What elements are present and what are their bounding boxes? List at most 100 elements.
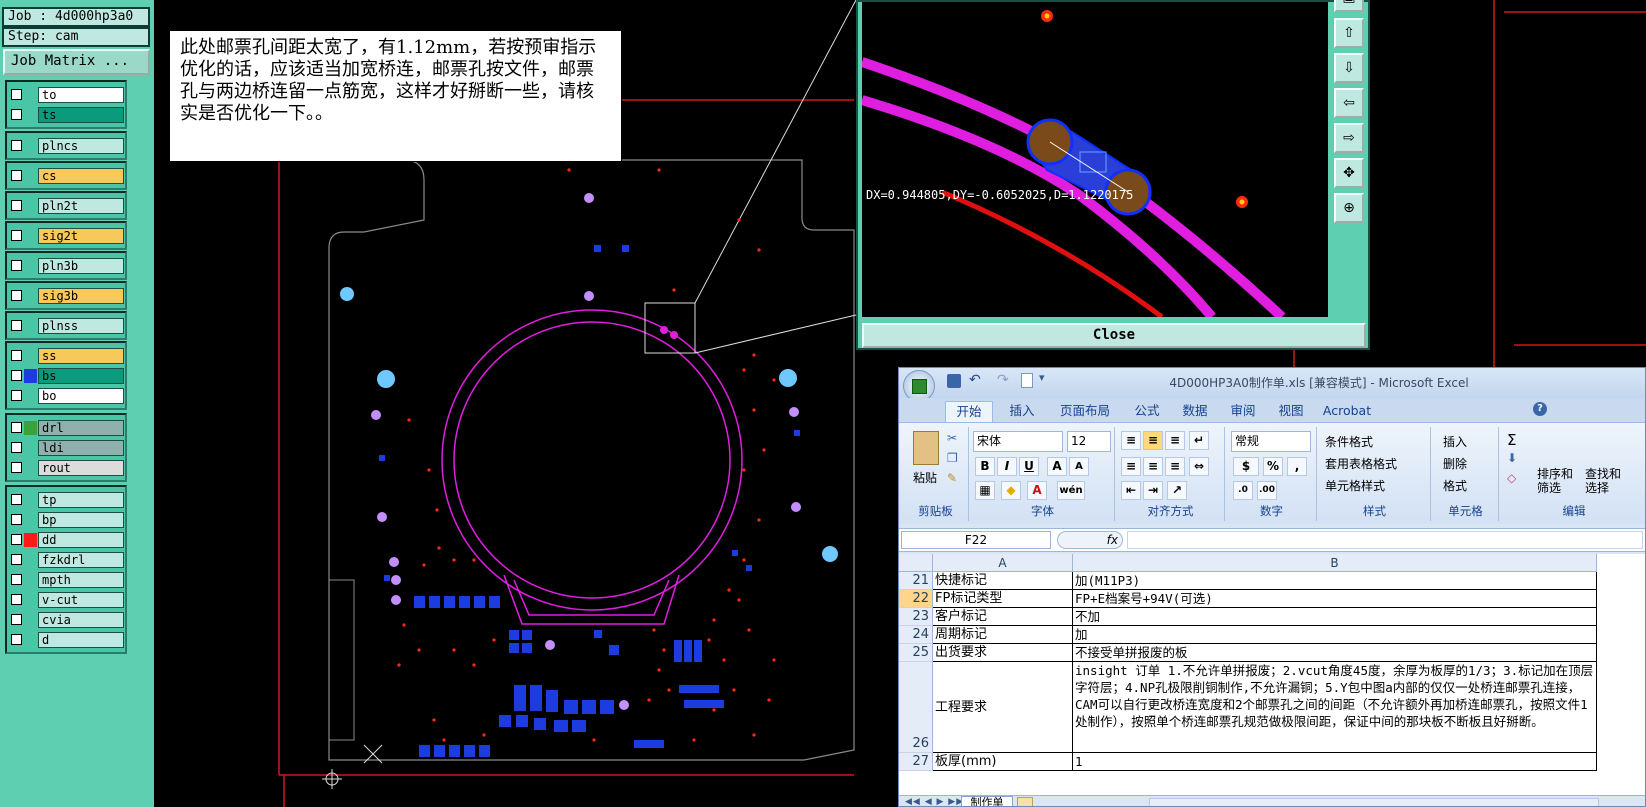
sheet-tab-main[interactable]: 制作单 [961,796,1013,806]
layer-name[interactable]: plncs [38,137,124,154]
pan-up-button[interactable]: ⇧ [1334,18,1364,48]
layer-name[interactable]: fzkdrl [38,551,124,568]
layer-name[interactable]: ss [38,347,124,364]
paste-icon[interactable] [913,431,939,465]
comma-button[interactable]: , [1287,457,1307,476]
table-format-button[interactable]: 套用表格格式 [1325,455,1397,472]
layer-name[interactable]: plnss [38,317,124,334]
layer-row-cs[interactable]: cs [8,166,124,185]
cell-b[interactable]: 1 [1073,753,1597,771]
job-matrix-button[interactable]: Job Matrix ... [3,49,150,75]
font-size-select[interactable]: 12 [1067,431,1111,452]
layer-checkbox[interactable] [11,89,22,100]
layer-checkbox[interactable] [11,230,22,241]
layer-name[interactable]: cs [38,167,124,184]
layer-checkbox[interactable] [11,462,22,473]
formula-input[interactable] [1127,531,1643,549]
row-header[interactable]: 24 [899,626,933,644]
wrap-text-button[interactable]: ↵ [1189,431,1209,450]
layer-checkbox[interactable] [11,594,22,605]
save-icon[interactable] [947,374,961,388]
layer-row-plnss[interactable]: plnss [8,316,124,335]
tab-insert[interactable]: 插入 [999,401,1045,422]
cell-b[interactable]: 不加 [1073,608,1597,626]
format-painter-icon[interactable]: ✎ [947,471,957,485]
select-all-corner[interactable] [899,554,933,572]
layer-row-v-cut[interactable]: v-cut [8,590,124,609]
close-button[interactable]: Close [862,323,1366,348]
layer-checkbox[interactable] [11,370,22,381]
cell-a[interactable]: 客户标记 [933,608,1073,626]
zoom-tool-button-0[interactable]: ▣ [1334,0,1364,12]
cut-icon[interactable]: ✂ [947,431,957,445]
tab-review[interactable]: 审阅 [1221,401,1265,422]
autosum-icon[interactable]: Σ [1507,431,1516,449]
layer-checkbox[interactable] [11,290,22,301]
new-file-icon[interactable] [1021,373,1033,388]
layer-row-pln2t[interactable]: pln2t [8,196,124,215]
pan-down-button[interactable]: ⇩ [1334,53,1364,83]
tab-view[interactable]: 视图 [1269,401,1313,422]
font-color-button[interactable]: A [1027,481,1047,500]
shrink-font-button[interactable]: A [1069,457,1089,476]
align-center-button[interactable]: ≡ [1143,457,1163,476]
layer-checkbox[interactable] [11,442,22,453]
increase-decimal-button[interactable]: .0 [1233,481,1253,500]
layer-row-cvia[interactable]: cvia [8,610,124,629]
underline-button[interactable]: U [1019,457,1039,476]
name-box[interactable]: F22 [901,531,1051,549]
layer-row-rout[interactable]: rout [8,458,124,477]
row-header[interactable]: 22 [899,590,933,608]
layer-name[interactable]: sig3b [38,287,124,304]
column-header-a[interactable]: A [933,554,1073,572]
zoom-in-button[interactable]: ✥ [1334,158,1364,188]
cell-b[interactable]: 不接受单拼报废的板 [1073,644,1597,662]
delete-cells-button[interactable]: 删除 [1443,455,1467,472]
italic-button[interactable]: I [997,457,1017,476]
layer-checkbox[interactable] [11,534,22,545]
sort-filter-button[interactable]: 排序和 筛选 [1537,467,1573,495]
decrease-indent-button[interactable]: ⇤ [1121,481,1141,500]
decrease-decimal-button[interactable]: .00 [1257,481,1277,500]
zoom-view[interactable] [862,2,1328,317]
qat-dropdown-icon[interactable]: ▾ [1039,371,1045,384]
layer-checkbox[interactable] [11,422,22,433]
fit-view-button[interactable]: ⊕ [1334,193,1364,223]
bold-button[interactable]: B [975,457,995,476]
borders-button[interactable]: ▦ [975,481,995,500]
cell-b[interactable]: 加 [1073,626,1597,644]
align-bottom-button[interactable]: ≡ [1165,431,1185,450]
layer-checkbox[interactable] [11,260,22,271]
pan-right-button[interactable]: ⇨ [1334,123,1364,153]
grow-font-button[interactable]: A [1047,457,1067,476]
layer-name[interactable]: drl [38,419,124,436]
clear-icon[interactable]: ◇ [1507,471,1516,485]
find-select-button[interactable]: 查找和 选择 [1585,467,1621,495]
layer-checkbox[interactable] [11,390,22,401]
layer-checkbox[interactable] [11,170,22,181]
align-middle-button[interactable]: ≡ [1143,431,1163,450]
format-cells-button[interactable]: 格式 [1443,477,1467,494]
layer-row-fzkdrl[interactable]: fzkdrl [8,550,124,569]
layer-row-plncs[interactable]: plncs [8,136,124,155]
layer-name[interactable]: cvia [38,611,124,628]
cell-a[interactable]: FP标记类型 [933,590,1073,608]
layer-name[interactable]: ldi [38,439,124,456]
layer-name[interactable]: to [38,86,124,103]
tab-home[interactable]: 开始 [945,401,993,422]
layer-name[interactable]: sig2t [38,227,124,244]
cell-a[interactable]: 板厚(mm) [933,753,1073,771]
currency-button[interactable]: $ [1233,457,1259,476]
help-icon[interactable]: ? [1533,402,1547,416]
insert-cells-button[interactable]: 插入 [1443,433,1467,450]
layer-checkbox[interactable] [11,109,22,120]
tab-page-layout[interactable]: 页面布局 [1049,401,1121,422]
layer-name[interactable]: d [38,631,124,648]
layer-row-to[interactable]: to [8,85,124,104]
phonetic-button[interactable]: wén [1057,481,1085,500]
layer-row-drl[interactable]: drl [8,418,124,437]
align-right-button[interactable]: ≡ [1165,457,1185,476]
layer-row-bp[interactable]: bp [8,510,124,529]
layer-name[interactable]: bs [38,367,124,384]
row-header[interactable]: 25 [899,644,933,662]
